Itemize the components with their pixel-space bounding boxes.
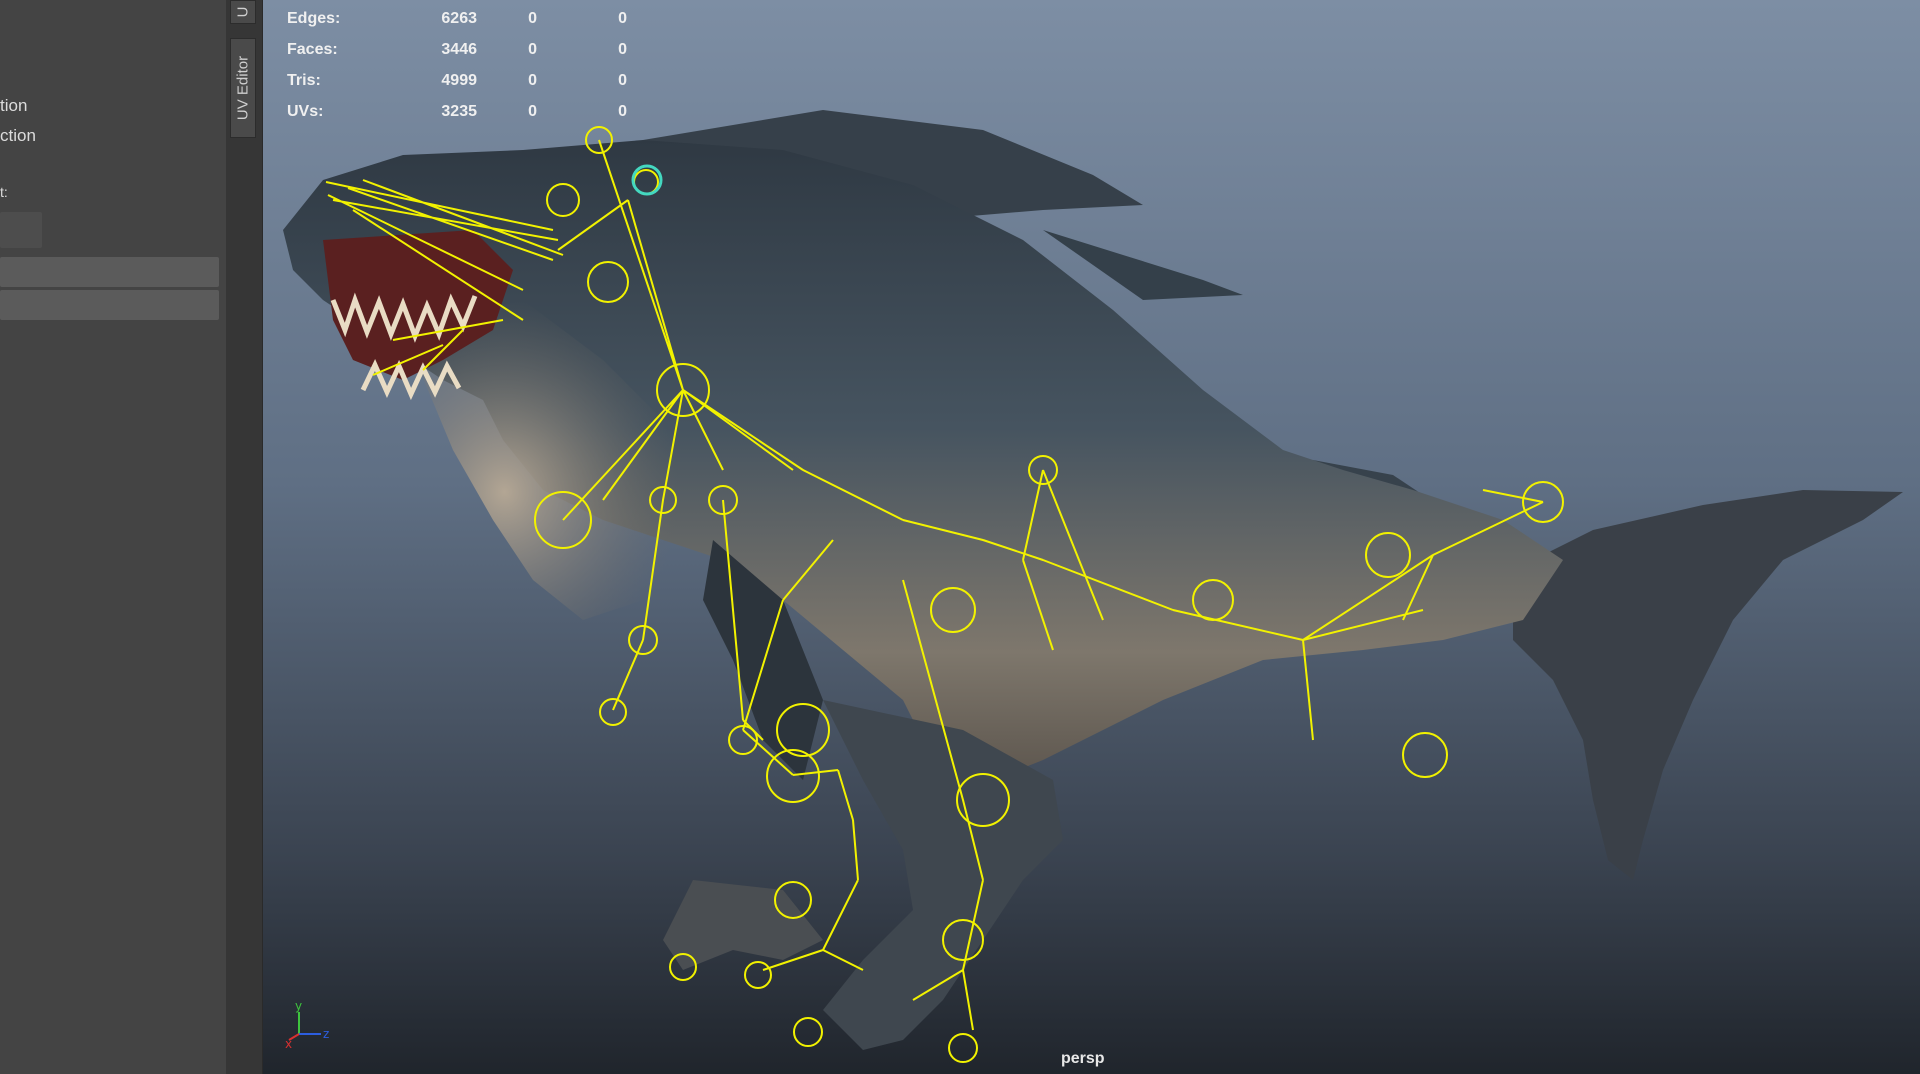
tab-uv-editor-label: UV Editor xyxy=(234,55,252,121)
hud-label: UVs: xyxy=(287,103,324,120)
hud-value: 3235 xyxy=(441,103,477,120)
panel-item-3: t: xyxy=(0,184,8,200)
attribute-panel: tion ction t: xyxy=(0,0,226,1074)
panel-item-2[interactable]: ction xyxy=(0,126,36,146)
hud-value: 3446 xyxy=(441,41,477,58)
tab-top-label: U xyxy=(234,6,252,18)
hud-value: 0 xyxy=(618,10,627,27)
tail-fin xyxy=(1513,490,1903,880)
leg-front xyxy=(663,880,823,970)
tab-top[interactable]: U xyxy=(230,0,256,24)
tab-uv-editor[interactable]: UV Editor xyxy=(230,38,256,138)
joint-toe-1[interactable] xyxy=(744,961,772,989)
shark-rig-scene[interactable] xyxy=(263,0,1920,1074)
panel-bar-1[interactable] xyxy=(0,257,219,287)
joint-hand-l[interactable] xyxy=(599,698,627,726)
hud-label: Faces: xyxy=(287,41,338,58)
joint-toe-3[interactable] xyxy=(948,1033,978,1063)
hud-value: 0 xyxy=(618,72,627,89)
panel-field[interactable] xyxy=(0,212,42,248)
hud-value: 4999 xyxy=(441,72,477,89)
hud-label: Tris: xyxy=(287,72,321,89)
axis-z-label: z xyxy=(323,1027,329,1041)
hud-value: 0 xyxy=(528,72,537,89)
hud-label: Edges: xyxy=(287,10,341,27)
joint-tail-lower[interactable] xyxy=(1402,732,1448,778)
panel-bar-2[interactable] xyxy=(0,290,219,320)
hud-value: 6263 xyxy=(441,10,477,27)
hud-value: 0 xyxy=(528,10,537,27)
axis-y-label: y xyxy=(295,999,302,1013)
camera-label: persp xyxy=(1061,1050,1105,1067)
axis-x-label: x xyxy=(285,1037,292,1050)
hud-value: 0 xyxy=(618,41,627,58)
perspective-viewport[interactable]: Edges: 6263 0 0 Faces: 3446 0 0 Tris: 49… xyxy=(263,0,1920,1074)
hud-value: 0 xyxy=(528,103,537,120)
joint-toe-4[interactable] xyxy=(793,1017,823,1047)
axis-gizmo-icon: y x z xyxy=(285,999,329,1050)
hud-value: 0 xyxy=(528,41,537,58)
hud-value: 0 xyxy=(618,103,627,120)
side-tab-strip: U UV Editor xyxy=(226,0,263,1074)
panel-item-1[interactable]: tion xyxy=(0,96,27,116)
